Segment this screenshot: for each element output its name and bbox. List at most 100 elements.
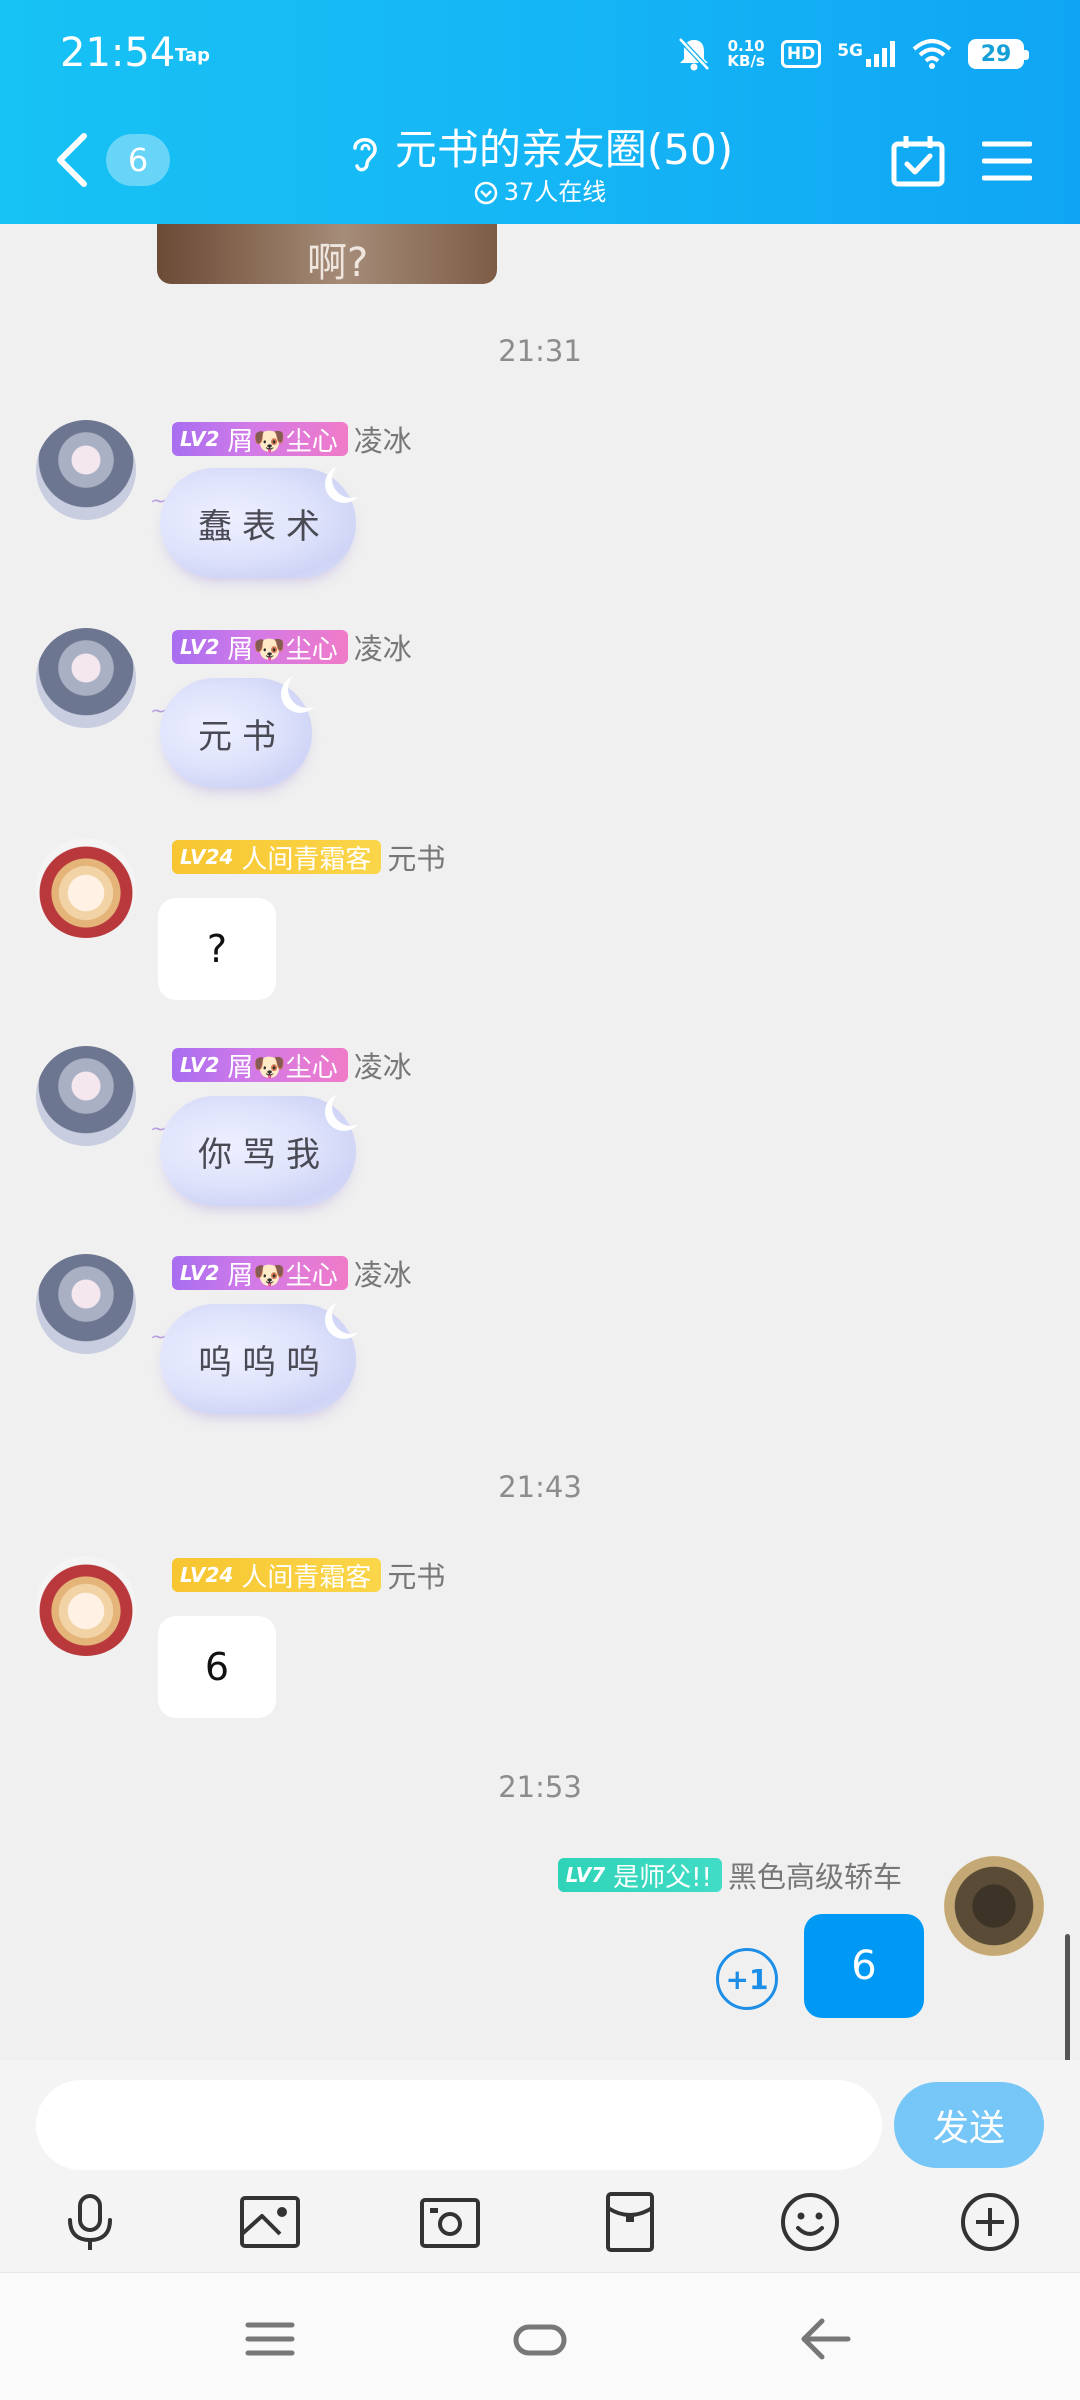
sender-name[interactable]: 凌冰: [354, 1044, 412, 1086]
sender-row: LV2 屑🐶尘心 凌冰: [172, 422, 412, 458]
message-bubble[interactable]: ?: [158, 898, 276, 1000]
group-title: 元书的亲友圈(50): [394, 125, 734, 174]
level-badge: LV24 人间青霜客: [172, 1558, 382, 1593]
tap-indicator: Tap: [175, 45, 210, 66]
nav-menu-button[interactable]: [240, 2309, 300, 2369]
sender-name[interactable]: 元书: [387, 1554, 445, 1596]
level-badge: LV2 屑🐶尘心: [172, 1256, 348, 1291]
message-text: 6: [851, 1943, 877, 1989]
badge-title: 屑🐶尘心: [227, 426, 338, 457]
moon-decoration-icon: [332, 1296, 370, 1334]
moon-decoration-icon: [332, 460, 370, 498]
net-speed: 0.10 KB/s: [727, 39, 764, 69]
status-time: 21:54: [60, 30, 176, 76]
wing-decoration-icon: ~: [150, 1116, 167, 1140]
level-badge: LV7 是师父!!: [557, 1858, 722, 1893]
badge-level: LV2: [180, 1261, 220, 1285]
mute-bell-icon: [678, 37, 711, 71]
online-count: 37人在线: [503, 178, 607, 206]
scrollbar[interactable]: [1065, 1934, 1070, 2060]
chat-area[interactable]: 啊? 21:31 LV2 屑🐶尘心 凌冰 ~ 蠢表术 LV2 屑🐶尘心 凌冰 ~ 元…: [0, 224, 1080, 2060]
sender-row: LV2 屑🐶尘心 凌冰: [172, 1256, 412, 1292]
level-badge: LV2 屑🐶尘心: [172, 422, 348, 457]
ear-icon: [353, 137, 377, 171]
voice-button[interactable]: [58, 2190, 122, 2254]
badge-level: LV24: [180, 1563, 234, 1587]
sender-name[interactable]: 黑色高级轿车: [728, 1854, 902, 1896]
battery-level: 29: [980, 41, 1012, 67]
top-bar: 21:54 Tap 0.10 KB/s HD 5G 29 6 元书的亲友圈(50…: [0, 0, 1080, 224]
wifi-icon: [912, 39, 952, 69]
badge-title: 人间青霜客: [241, 844, 372, 875]
message-bubble[interactable]: 6: [804, 1914, 924, 2018]
avatar[interactable]: [36, 420, 136, 520]
message-bubble[interactable]: ~ 元书: [150, 678, 312, 788]
menu-icon: [245, 2322, 295, 2356]
badge-level: LV24: [180, 845, 234, 869]
red-packet-icon: [606, 2192, 654, 2252]
badge-level: LV2: [180, 427, 220, 451]
image-caption: 啊?: [307, 240, 369, 284]
badge-title: 屑🐶尘心: [227, 634, 338, 665]
red-packet-button[interactable]: [598, 2190, 662, 2254]
signal-bars-icon: [866, 41, 895, 67]
back-icon: [801, 2318, 851, 2360]
avatar[interactable]: [36, 838, 136, 938]
microphone-icon: [68, 2194, 112, 2250]
message-bubble[interactable]: ~ 呜呜呜: [150, 1304, 356, 1414]
sender-name[interactable]: 凌冰: [354, 626, 412, 668]
nav-back-button[interactable]: [796, 2309, 856, 2369]
message-text: 元书: [198, 716, 286, 757]
message-bubble[interactable]: ~ 蠢表术: [150, 468, 356, 578]
sender-row: LV24 人间青霜客 元书: [172, 840, 445, 876]
home-icon: [513, 2324, 567, 2356]
sender-name[interactable]: 凌冰: [354, 418, 412, 460]
calendar-check-icon[interactable]: [890, 134, 946, 188]
plus-one-button[interactable]: +1: [716, 1948, 778, 2010]
emoji-icon: [781, 2193, 839, 2251]
level-badge: LV2 屑🐶尘心: [172, 630, 348, 665]
message-input[interactable]: [36, 2080, 882, 2170]
badge-title: 屑🐶尘心: [227, 1260, 338, 1291]
image-button[interactable]: [238, 2190, 302, 2254]
status-icons: 0.10 KB/s HD 5G 29: [677, 36, 1029, 72]
message-bubble[interactable]: 6: [158, 1616, 276, 1718]
nav-home-button[interactable]: [510, 2309, 570, 2369]
message-text: 6: [204, 1645, 230, 1689]
camera-icon: [420, 2198, 480, 2248]
badge-title: 屑🐶尘心: [227, 1052, 338, 1083]
image-message[interactable]: 啊?: [157, 224, 497, 284]
wing-decoration-icon: ~: [150, 488, 167, 512]
avatar[interactable]: [36, 1046, 136, 1146]
timestamp: 21:43: [498, 1470, 582, 1504]
menu-icon[interactable]: [982, 140, 1032, 182]
emoji-button[interactable]: [778, 2190, 842, 2254]
image-icon: [240, 2196, 300, 2248]
plus-icon: [961, 2193, 1019, 2251]
network-type: 5G: [837, 41, 863, 61]
badge-title: 是师父!!: [613, 1862, 712, 1893]
badge-level: LV2: [180, 635, 220, 659]
badge-title: 人间青霜客: [241, 1562, 372, 1593]
camera-button[interactable]: [418, 2190, 482, 2254]
send-button[interactable]: 发送: [894, 2082, 1044, 2168]
sender-name[interactable]: 凌冰: [354, 1252, 412, 1294]
message-text: 蠢表术: [198, 506, 330, 547]
moon-decoration-icon: [332, 1088, 370, 1126]
timestamp: 21:53: [498, 1770, 582, 1804]
hd-badge: HD: [780, 40, 822, 68]
more-button[interactable]: [958, 2190, 1022, 2254]
timestamp: 21:31: [498, 334, 582, 368]
avatar[interactable]: [944, 1856, 1044, 1956]
sender-name[interactable]: 元书: [387, 836, 445, 878]
message-text: 呜呜呜: [198, 1342, 330, 1383]
battery-icon: 29: [968, 39, 1029, 69]
sender-row: LV24 人间青霜客 元书: [172, 1558, 445, 1594]
badge-level: LV7: [565, 1863, 606, 1887]
input-area: 发送: [0, 2060, 1080, 2272]
avatar[interactable]: [36, 1254, 136, 1354]
sender-row: LV2 屑🐶尘心 凌冰: [172, 1048, 412, 1084]
message-bubble[interactable]: ~ 你骂我: [150, 1096, 356, 1206]
avatar[interactable]: [36, 628, 136, 728]
avatar[interactable]: [36, 1556, 136, 1656]
